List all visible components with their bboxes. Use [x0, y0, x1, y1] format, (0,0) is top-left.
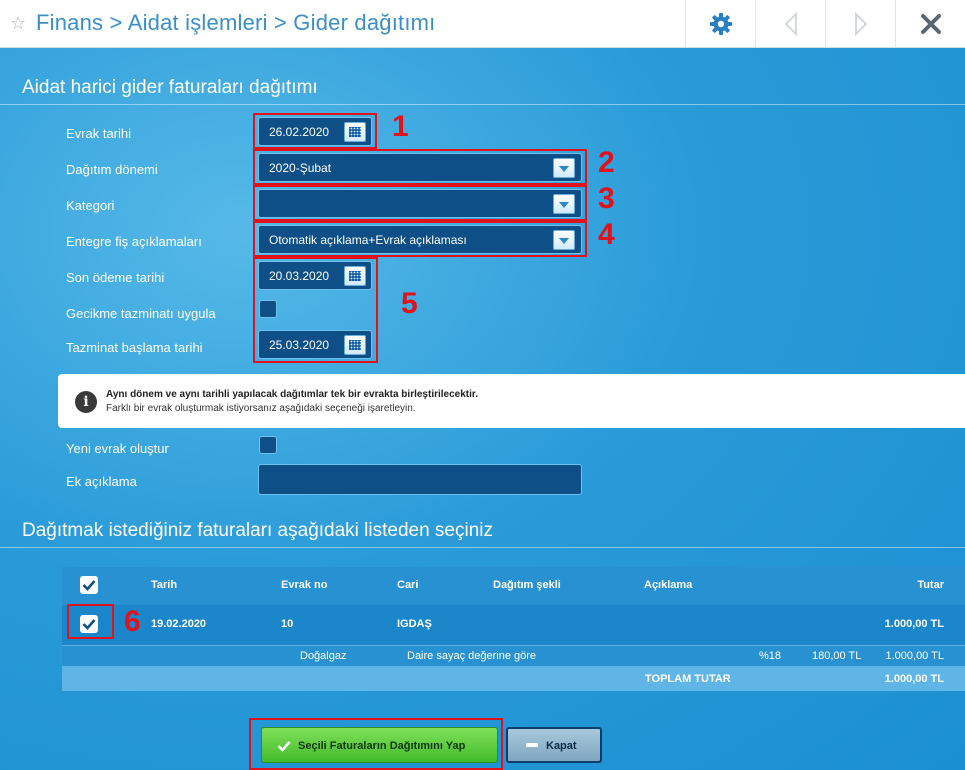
column-header-tarih[interactable]: Tarih — [151, 579, 177, 591]
info-message-box: i Aynı dönem ve aynı tarihli yapılacak d… — [58, 374, 965, 428]
table-detail-row: Doğalgaz Daire sayaç değerine göre %18 1… — [62, 645, 965, 667]
annotation-box-4 — [253, 221, 587, 257]
column-header-evrak-no[interactable]: Evrak no — [281, 579, 327, 591]
column-header-aciklama[interactable]: Açıklama — [644, 579, 692, 591]
table-total-row: TOPLAM TUTAR 1.000,00 TL — [62, 666, 965, 691]
section-divider — [0, 547, 965, 548]
close-button[interactable]: Kapat — [506, 727, 602, 763]
row-tarih: 19.02.2020 — [151, 618, 207, 630]
detail-vat-rate: %18 — [759, 650, 782, 662]
info-message-line1: Aynı dönem ve aynı tarihli yapılacak dağ… — [106, 389, 479, 400]
annotation-number-2: 2 — [598, 146, 615, 179]
annotation-number-6: 6 — [124, 605, 141, 638]
section-title-distribution: Aidat harici gider faturaları dağıtımı — [22, 77, 318, 98]
gear-icon — [710, 12, 732, 35]
yeni-evrak-label: Yeni evrak oluştur — [66, 441, 169, 456]
kategori-label: Kategori — [66, 198, 115, 213]
annotation-box-1 — [253, 113, 377, 149]
annotation-number-1: 1 — [392, 110, 409, 143]
close-button-label: Kapat — [546, 740, 577, 752]
next-button[interactable] — [825, 0, 896, 47]
evrak-tarihi-label: Evrak tarihi — [66, 126, 132, 141]
ek-aciklama-label: Ek açıklama — [66, 474, 137, 489]
invoice-table-header: Tarih Evrak no Cari Dağıtım şekli Açıkla… — [62, 567, 965, 605]
chevron-left-icon — [784, 11, 797, 36]
close-icon — [921, 13, 941, 34]
detail-vat-amount: 180,00 TL — [812, 650, 862, 662]
annotation-box-distribute — [249, 718, 503, 770]
annotation-box-5 — [253, 257, 378, 363]
detail-expense-name: Doğalgaz — [300, 650, 347, 662]
annotation-box-3 — [253, 185, 587, 221]
minus-icon — [526, 743, 538, 747]
favorite-star-icon[interactable]: ☆ — [10, 13, 26, 34]
select-all-checkbox[interactable] — [80, 576, 98, 594]
yeni-evrak-checkbox[interactable] — [259, 436, 277, 454]
detail-distribution-method: Daire sayaç değerine göre — [407, 650, 537, 662]
gecikme-label: Gecikme tazminatı uygula — [66, 306, 216, 321]
row-cari: IGDAŞ — [397, 618, 432, 630]
ek-aciklama-input[interactable] — [258, 464, 582, 495]
section-title-invoice-list: Dağıtmak istediğiniz faturaları aşağıdak… — [22, 520, 494, 541]
row-tutar: 1.000,00 TL — [884, 618, 944, 630]
row-evrak-no: 10 — [281, 618, 294, 630]
check-icon — [82, 580, 96, 591]
annotation-box-2 — [253, 149, 587, 185]
column-header-cari[interactable]: Cari — [397, 579, 418, 591]
annotation-number-4: 4 — [598, 218, 615, 251]
info-icon: i — [75, 391, 97, 413]
dagitim-donemi-label: Dağıtım dönemi — [66, 162, 158, 177]
tazminat-baslama-label: Tazminat başlama tarihi — [66, 340, 203, 355]
column-header-dagitim-sekli[interactable]: Dağıtım şekli — [493, 579, 561, 591]
annotation-number-3: 3 — [598, 182, 615, 215]
info-message-line2: Farklı bir evrak oluşturmak istiyorsanız… — [106, 403, 416, 414]
table-row[interactable]: 19.02.2020 10 IGDAŞ 1.000,00 TL — [62, 605, 965, 645]
section-divider — [0, 104, 965, 105]
total-label: TOPLAM TUTAR — [645, 673, 731, 685]
chevron-right-icon — [855, 11, 868, 36]
close-window-button[interactable] — [895, 0, 965, 47]
top-bar: ☆ Finans > Aidat işlemleri > Gider dağıt… — [0, 0, 965, 48]
son-odeme-label: Son ödeme tarihi — [66, 270, 165, 285]
entegre-label: Entegre fiş açıklamaları — [66, 234, 202, 249]
breadcrumb: Finans > Aidat işlemleri > Gider dağıtım… — [36, 10, 436, 35]
previous-button[interactable] — [755, 0, 826, 47]
annotation-box-6 — [67, 604, 114, 639]
annotation-number-5: 5 — [401, 287, 418, 320]
column-header-tutar[interactable]: Tutar — [917, 579, 944, 591]
settings-button[interactable] — [685, 0, 756, 47]
detail-amount: 1.000,00 TL — [885, 650, 944, 662]
total-value: 1.000,00 TL — [884, 673, 944, 685]
